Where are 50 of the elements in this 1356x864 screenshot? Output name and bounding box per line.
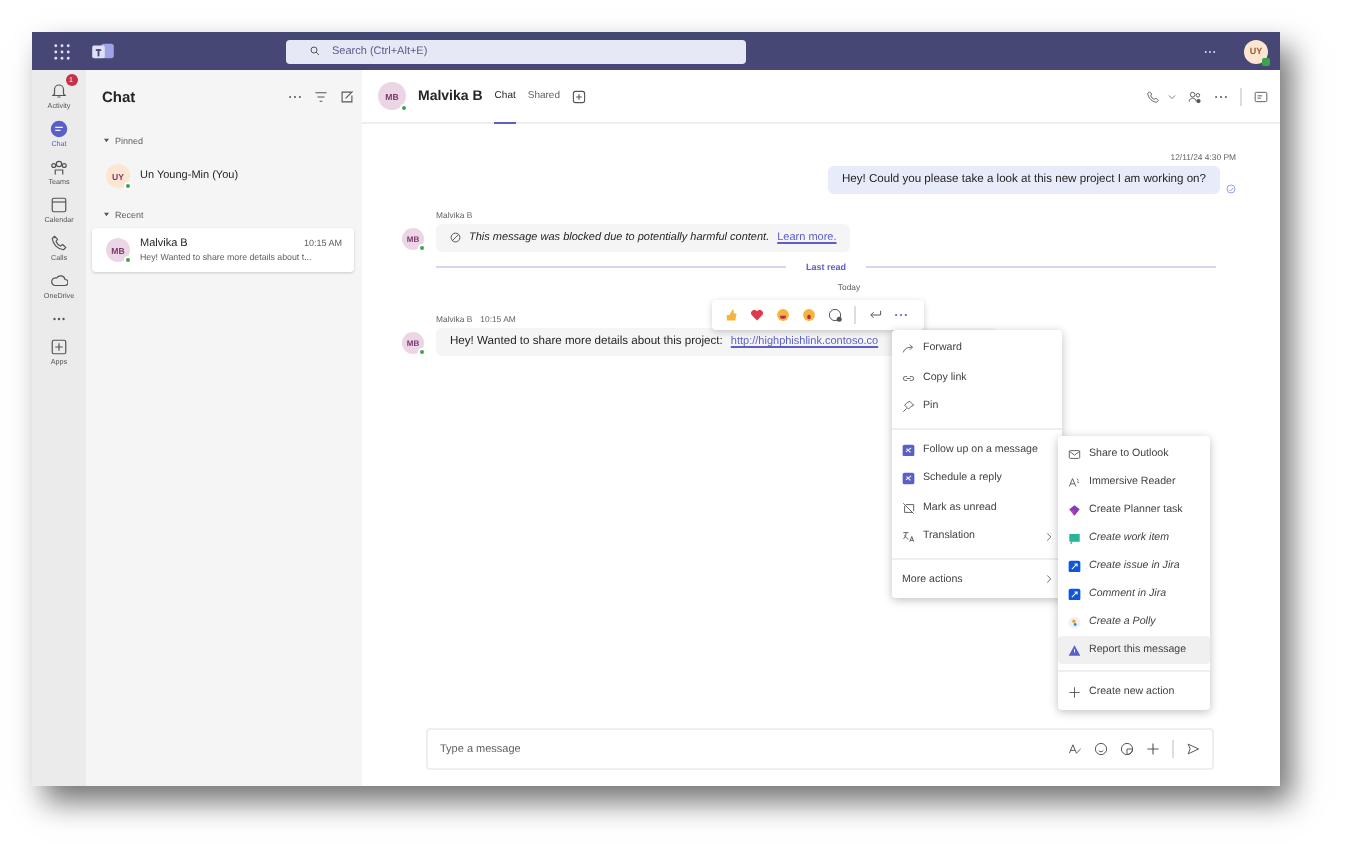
send-icon[interactable]: [1186, 742, 1200, 756]
caret-icon: [104, 138, 109, 144]
laughing-emoji-icon[interactable]: [776, 308, 790, 322]
add-icon[interactable]: [1146, 742, 1160, 756]
chevron-right-icon: [1046, 574, 1052, 585]
pin-icon: [902, 400, 915, 413]
caret-icon: [104, 212, 109, 218]
planner-icon: [1068, 503, 1081, 517]
reply-icon[interactable]: [868, 308, 882, 322]
jira-icon: [1068, 559, 1081, 573]
people-icon[interactable]: [1188, 89, 1202, 103]
seen-icon: [1226, 184, 1236, 194]
activity-icon: [50, 82, 68, 100]
mail-icon: [1068, 447, 1081, 461]
poll-icon: [1068, 615, 1081, 629]
link-icon: [902, 371, 915, 384]
add-icon: [1068, 685, 1081, 699]
side-panel-icon[interactable]: [1254, 89, 1268, 103]
blocked-icon: [450, 232, 461, 244]
teams-icon: [50, 158, 68, 176]
available-status-icon: [1262, 57, 1270, 65]
sticker-icon[interactable]: [1120, 742, 1134, 756]
reader-icon: [1068, 475, 1081, 489]
call-icon[interactable]: [1146, 89, 1160, 103]
chat-icon: [50, 120, 68, 138]
app-icon: [902, 443, 915, 456]
filter-icon[interactable]: [314, 90, 328, 104]
compose-icon[interactable]: [340, 90, 354, 104]
format-icon[interactable]: [1068, 742, 1082, 756]
unread-icon: [902, 501, 915, 514]
teams-logo-icon: [92, 42, 114, 60]
calls-icon: [50, 234, 68, 252]
translate-icon: [902, 530, 915, 543]
apps-icon: [50, 338, 68, 356]
onedrive-icon: [50, 272, 68, 290]
work-item-icon: [1068, 531, 1081, 545]
thumbs-up-icon[interactable]: [724, 308, 738, 322]
search-icon: [310, 46, 320, 56]
add-reaction-icon[interactable]: [828, 308, 842, 322]
forward-icon: [902, 342, 915, 355]
warning-icon: [1068, 643, 1081, 657]
app-launcher-icon[interactable]: [54, 43, 70, 59]
add-tab-icon[interactable]: [571, 89, 586, 103]
jira-icon: [1068, 587, 1081, 601]
emoji-icon[interactable]: [1094, 742, 1108, 756]
heart-icon[interactable]: [750, 308, 764, 322]
app-icon: [902, 472, 915, 485]
calendar-icon: [50, 196, 68, 214]
chevron-right-icon: [1046, 531, 1052, 542]
surprised-emoji-icon[interactable]: [802, 308, 816, 322]
